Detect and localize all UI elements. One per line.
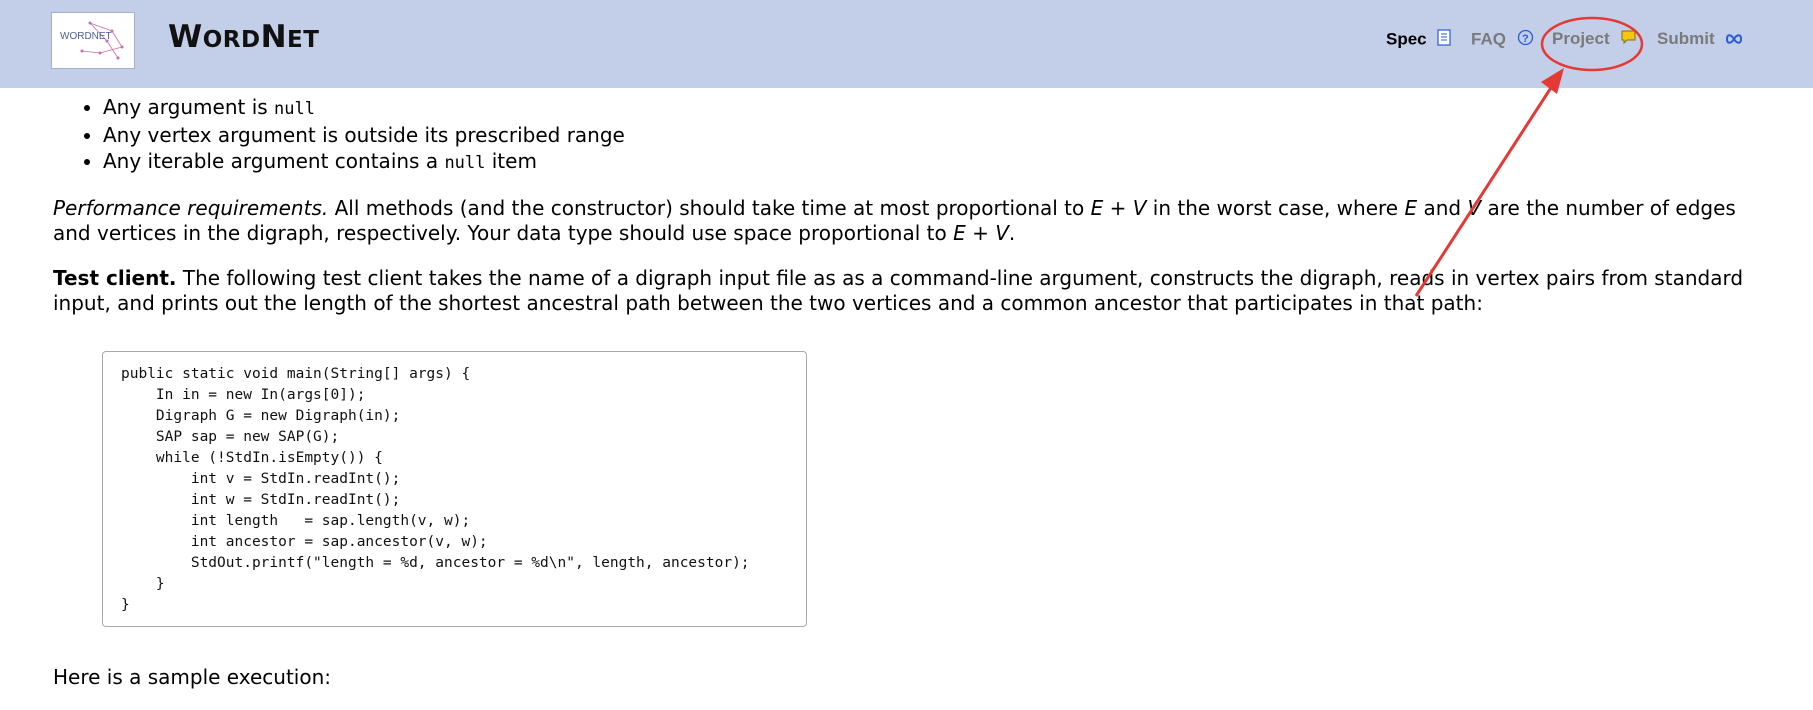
logo-text: WORDNET [60,31,112,42]
document-icon [1437,29,1451,51]
corner-cases-list: Any argument is null Any vertex argument… [53,94,1773,176]
paragraph-text: The following test client takes the name… [53,266,1744,315]
site-header: WORDNET WORDNET Spec FAQ ? Project Submi… [0,0,1813,88]
nav-faq-link[interactable]: FAQ ? [1471,29,1534,51]
list-item: Any vertex argument is outside its presc… [103,122,1773,148]
math-variable: V [1467,196,1482,220]
nav-submit-label: Submit [1657,29,1715,48]
code-line: int ancestor = sap.ancestor(v, w); [121,534,488,550]
list-item-text: Any iterable argument contains a [103,149,445,173]
paragraph-text: All methods (and the constructor) should… [328,196,1091,220]
paragraph-text: in the worst case, where [1146,196,1405,220]
performance-label: Performance requirements. [53,196,329,220]
title-part: ORD [202,27,261,53]
title-part: ET [287,27,320,53]
list-item: Any iterable argument contains a null it… [103,148,1773,176]
code-line: } [121,576,165,592]
code-block: public static void main(String[] args) {… [102,351,807,627]
code-line: SAP sap = new SAP(G); [121,429,340,445]
paragraph-text: . [1008,221,1016,245]
math-variable: E [1404,196,1418,220]
nav-project-label: Project [1552,29,1610,48]
title-part: N [260,19,288,55]
code-line: In in = new In(args[0]); [121,387,366,403]
nav-spec-label: Spec [1386,29,1427,49]
nav-project-link[interactable]: Project [1552,29,1637,50]
code-line: int v = StdIn.readInt(); [121,471,401,487]
nav-faq-label: FAQ [1471,29,1506,49]
infinity-icon [1725,30,1743,50]
nav-submit-link[interactable]: Submit [1657,29,1743,50]
test-client-paragraph: Test client. The following test client t… [53,266,1773,316]
inline-code: null [444,153,486,173]
code-line: int w = StdIn.readInt(); [121,492,401,508]
list-item-text: Any argument is [103,95,275,119]
list-item-text: Any vertex argument is outside its presc… [103,123,625,147]
list-item-text: item [485,149,537,173]
paragraph-text: and [1417,196,1468,220]
code-line: } [121,597,130,613]
wordnet-logo[interactable]: WORDNET [51,12,135,69]
bullet-list-section: Any argument is null Any vertex argument… [53,94,1773,176]
code-line: int length = sap.length(v, w); [121,513,471,529]
page-title: WORDNET [168,19,319,55]
sample-execution-heading: Here is a sample execution: [53,665,332,689]
math-expression: E + V [1090,196,1147,220]
test-client-label: Test client. [53,266,177,290]
list-item: Any argument is null [103,94,1773,122]
code-content: public static void main(String[] args) {… [121,364,750,616]
nav-spec-link[interactable]: Spec [1386,29,1451,51]
performance-paragraph: Performance requirements. All methods (a… [53,196,1773,246]
code-line: while (!StdIn.isEmpty()) { [121,450,383,466]
svg-text:?: ? [1522,33,1529,45]
chat-bubble-icon [1620,29,1637,50]
inline-code: null [274,99,315,119]
question-circle-icon: ? [1517,29,1534,51]
code-line: public static void main(String[] args) { [121,366,471,382]
math-expression: E + V [953,221,1009,245]
code-line: Digraph G = new Digraph(in); [121,408,401,424]
code-line: StdOut.printf("length = %d, ancestor = %… [121,555,750,571]
title-part: W [168,19,203,55]
